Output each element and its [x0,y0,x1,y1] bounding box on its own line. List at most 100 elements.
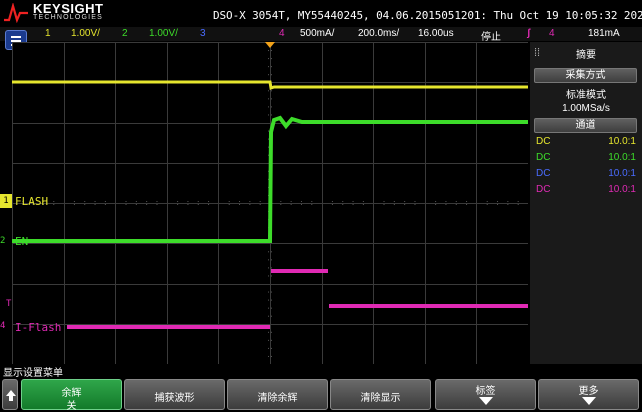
grid-tick [268,259,269,261]
ch1-number[interactable]: 1 [45,28,51,39]
back-arrow-stem [9,396,13,401]
grid-tick [268,267,269,269]
ch4-number[interactable]: 4 [279,28,285,39]
probe-row[interactable]: DC 10.0:1 [530,184,642,198]
softkey-label: 标签 [475,386,496,397]
probe-row[interactable]: DC 10.0:1 [530,168,642,182]
ch4-scale[interactable]: 500mA/ [300,28,334,39]
channel-button[interactable]: 通道 [534,118,637,133]
softkey-capture-waveform[interactable]: 捕获波形 [124,379,225,410]
grid-tick [187,204,189,205]
time-delay[interactable]: 16.00us [418,28,454,39]
grid-tick [331,204,333,205]
softkey-more[interactable]: 更多 [538,379,639,410]
waveform-display[interactable] [12,42,528,364]
label-flash: FLASH [15,195,49,208]
grid-tick [268,74,269,76]
grid-tick [271,98,272,100]
grid-tick [271,90,272,92]
grid-tick [455,201,457,202]
grid-tick [271,307,272,309]
ch1-scale[interactable]: 1.00V/ [71,28,100,39]
grid-tick [268,114,269,116]
grid-tick [125,201,127,202]
grid-tick [517,204,519,205]
grid-tick [352,201,354,202]
grid-tick [228,204,230,205]
softkey-clear-persistence[interactable]: 清除余辉 [227,379,328,410]
grid-tick [271,299,272,301]
trigger-edge-icon: ʃ [527,28,531,39]
grid-tick [268,58,269,60]
softkey-label: 捕获波形 [154,393,195,404]
grid-tick [268,355,269,357]
grid-tick [393,204,395,205]
softkey-clear-display[interactable]: 清除显示 [330,379,431,410]
grid-tick [271,315,272,317]
ch2-ground-marker[interactable]: 2 [0,236,5,246]
grid-tick [507,201,509,202]
grid-tick [228,201,230,202]
grid-tick [445,201,447,202]
keysight-logo-icon [4,3,28,23]
ch2-scale[interactable]: 1.00V/ [149,28,178,39]
sample-rate: 1.00MSa/s [562,103,610,114]
probe-row[interactable]: DC 10.0:1 [530,136,642,150]
probe-row[interactable]: DC 10.0:1 [530,152,642,166]
grid-tick [53,201,55,202]
grid-tick [300,204,302,205]
probe-ratio: 10.0:1 [608,136,636,147]
grid-tick [290,204,292,205]
softkey-label: 清除显示 [360,393,401,404]
ch3-number[interactable]: 3 [200,28,206,39]
grid-tick [268,106,269,108]
timebase-scale[interactable]: 200.0ms/ [358,28,399,39]
ch4-ground-marker[interactable]: 4 [0,321,5,331]
trigger-source[interactable]: 4 [549,28,555,39]
softkey-labels[interactable]: 标签 [435,379,536,410]
grid-tick [268,315,269,317]
probe-ratio: 10.0:1 [608,152,636,163]
grid-tick [268,339,269,341]
acquisition-mode: 标准模式 [566,90,606,101]
ch2-number[interactable]: 2 [122,28,128,39]
grid-tick [135,201,137,202]
trigger-level-marker[interactable]: T [6,299,11,309]
grid-tick [187,201,189,202]
grid-tick [497,201,499,202]
grid-tick [342,201,344,202]
grid-tick [73,201,75,202]
grid-tick [268,98,269,100]
grid-tick [268,66,269,68]
ch1-ground-marker[interactable]: 1 [0,194,12,208]
grid-tick [331,201,333,202]
grid-tick [268,138,269,140]
grid-tick [404,201,406,202]
label-en: EN [15,235,29,248]
grid-tick [84,201,86,202]
grid-tick [208,204,210,205]
grid-tick [383,204,385,205]
grid-tick [362,201,364,202]
grid-tick [268,291,269,293]
grid-tick [73,204,75,205]
grid-tick [135,204,137,205]
run-state: 停止 [481,32,501,43]
softkey-persistence[interactable]: 余辉 关 [21,379,122,412]
back-button[interactable] [2,379,18,410]
grid-tick [271,50,272,52]
grid-tick [156,201,158,202]
grid-tick [393,201,395,202]
grid-tick [53,204,55,205]
chevron-down-icon [581,397,596,405]
grid-tick [271,355,272,357]
grid-tick [271,331,272,333]
grid-tick [239,204,241,205]
acquisition-button[interactable]: 采集方式 [534,68,637,83]
grid-tick [177,204,179,205]
grid-tick [271,275,272,277]
grid-tick [290,201,292,202]
trigger-level[interactable]: 181mA [588,28,620,39]
grid-tick [271,291,272,293]
grid-tick [177,201,179,202]
